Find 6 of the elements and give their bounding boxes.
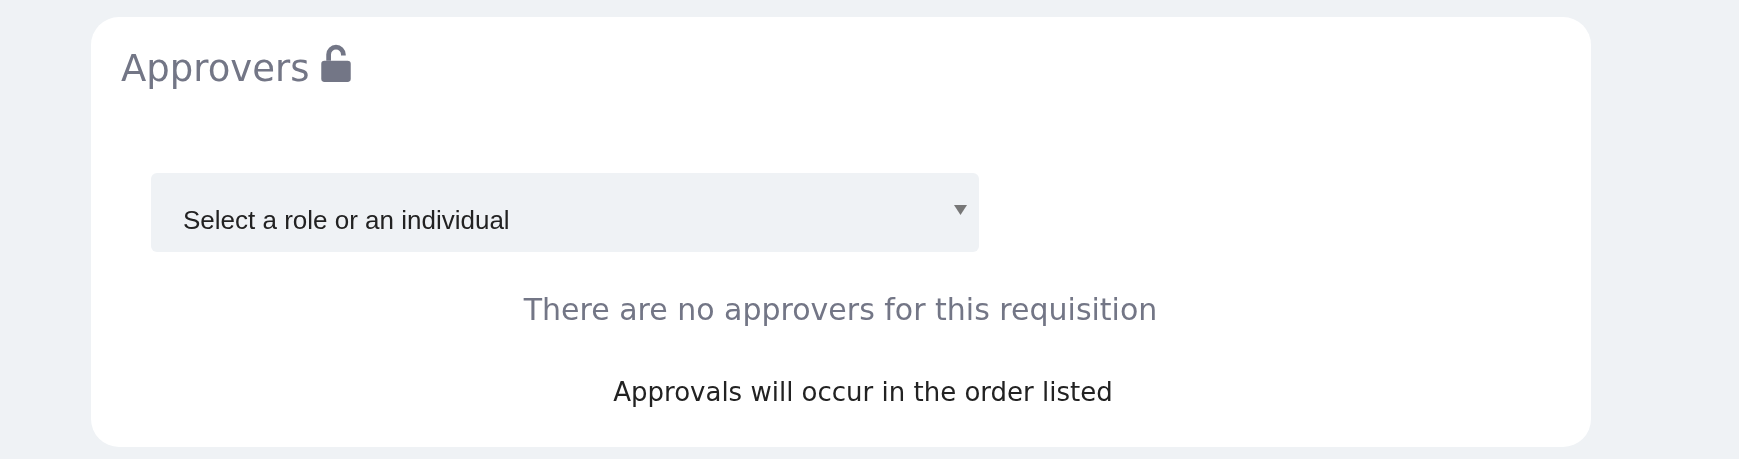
approver-select[interactable]: Select a role or an individual — [151, 173, 979, 252]
order-note: Approvals will occur in the order listed — [613, 377, 1113, 407]
section-title: Approvers — [121, 47, 310, 90]
caret-icon — [954, 205, 967, 215]
unlocked-padlock-icon[interactable] — [319, 43, 354, 84]
empty-message: There are no approvers for this requisition — [523, 292, 1158, 327]
